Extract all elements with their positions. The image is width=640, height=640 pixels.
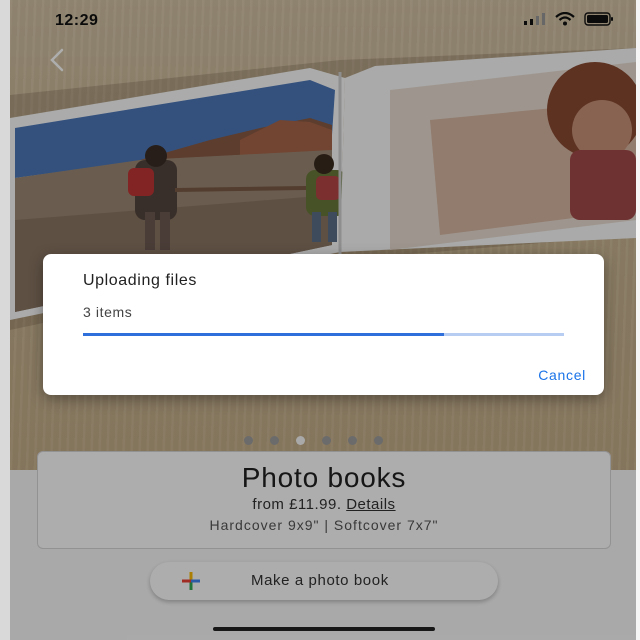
app-screen: 12:29 Photo books from £11.99. Details H… bbox=[10, 0, 636, 640]
upload-progress-fill bbox=[83, 333, 444, 336]
upload-dialog: Uploading files 3 items Cancel bbox=[43, 254, 604, 395]
dialog-title: Uploading files bbox=[83, 272, 197, 289]
upload-count: 3 items bbox=[83, 304, 133, 320]
cancel-button[interactable]: Cancel bbox=[538, 367, 586, 383]
screen-edge bbox=[0, 0, 10, 640]
upload-progress-bar bbox=[83, 333, 564, 336]
